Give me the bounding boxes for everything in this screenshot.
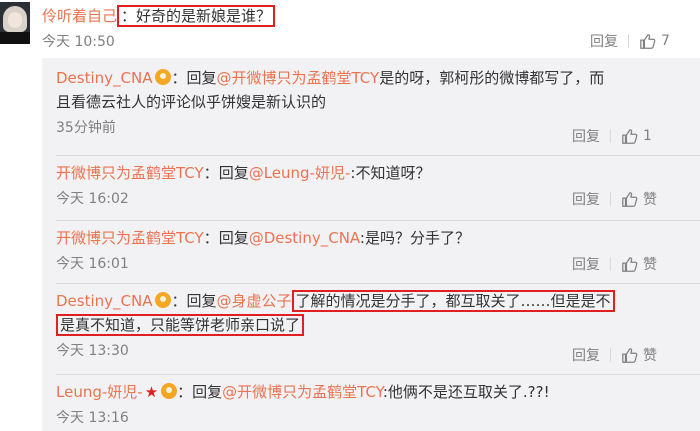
- main-comment-username[interactable]: 伶听着自己: [42, 7, 117, 25]
- reply-button[interactable]: 回复: [572, 126, 600, 146]
- reply-mention[interactable]: @开微博只为孟鹤堂TCY: [217, 69, 380, 87]
- reply-button-label: 回复: [572, 192, 600, 208]
- reply-text: Leung-妍児- ★ ：回复@开微博只为孟鹤堂TCY:他俩不是还互取关了.??!: [56, 380, 696, 404]
- reply-text-body: :他俩不是还互取关了.??!: [382, 383, 550, 401]
- reply-mention[interactable]: @开微博只为孟鹤堂TCY: [222, 383, 383, 401]
- reply-text: Destiny_CNA ：回复@身虚公子 了解的情况是分手了，都互取关了……但是是不…: [56, 289, 696, 337]
- reply-word: 回复: [186, 69, 217, 87]
- reply-text: Destiny_CNA ：回复@开微博只为孟鹤堂TCY是的呀，郭柯彤的微博都写了，…: [56, 66, 696, 114]
- thumbs-up-icon: [622, 257, 638, 272]
- like-label: 赞: [643, 348, 657, 364]
- highlight-box-line1: 了解的情况是分手了，都互取关了……但是是不: [291, 290, 615, 312]
- divider: [56, 374, 700, 375]
- avatar[interactable]: [0, 2, 30, 44]
- vip-badge-icon: [161, 383, 178, 399]
- reply-text-body: :不知道呀？: [350, 164, 431, 182]
- main-comment-text-highlight: ：好奇的是新娘是谁？: [117, 5, 276, 27]
- reply-text-line2: 是真不知道，只能等饼老师亲口说了: [60, 316, 301, 334]
- reply-colon: ：: [203, 229, 219, 247]
- reply-colon: ：: [171, 69, 187, 87]
- action-separator: [610, 129, 611, 143]
- like-count: 1: [643, 128, 652, 144]
- divider: [56, 155, 700, 156]
- vip-badge-icon: [155, 69, 172, 85]
- reply-text-line2: 且看德云社人的评论似乎饼嫂是新认识的: [56, 93, 327, 111]
- like-button[interactable]: 赞: [621, 345, 657, 365]
- main-comment-line: 伶听着自己 ：好奇的是新娘是谁？: [42, 5, 276, 27]
- main-comment-separator: ：: [121, 7, 137, 25]
- like-button[interactable]: 1: [621, 127, 652, 145]
- reply-mention[interactable]: @Leung-妍児-: [249, 164, 351, 182]
- reply-text: 开微博只为孟鹤堂TCY：回复@Leung-妍児-:不知道呀？: [56, 161, 696, 185]
- replies-panel: Destiny_CNA ：回复@开微博只为孟鹤堂TCY是的呀，郭柯彤的微博都写了，…: [42, 58, 700, 431]
- like-label: 赞: [643, 192, 657, 208]
- reply-actions: 回复 赞: [572, 189, 657, 209]
- action-separator: [610, 192, 611, 206]
- reply-mention[interactable]: @Destiny_CNA: [249, 229, 360, 247]
- reply-text-line1: 是的呀，郭柯彤的微博都写了，而: [379, 69, 605, 87]
- divider: [56, 283, 700, 284]
- reply-time: 今天 13:16: [56, 410, 129, 426]
- reply-username[interactable]: 开微博只为孟鹤堂TCY: [56, 164, 204, 182]
- reply-button[interactable]: 回复: [572, 345, 600, 365]
- reply-mention[interactable]: @身虚公子: [217, 292, 292, 310]
- like-count: 7: [661, 33, 670, 49]
- divider: [56, 220, 700, 221]
- main-comment-actions: 回复 7: [590, 31, 670, 51]
- like-label: 赞: [643, 257, 657, 273]
- reply-username[interactable]: Destiny_CNA: [56, 292, 152, 310]
- thumbs-up-icon: [622, 129, 638, 144]
- main-comment-time: 今天 10:50: [42, 34, 115, 50]
- like-button[interactable]: 7: [639, 32, 670, 50]
- reply-button[interactable]: 回复: [590, 31, 618, 51]
- avatar-shirt: [0, 32, 30, 44]
- reply-colon: ：: [203, 164, 219, 182]
- like-button[interactable]: 赞: [621, 189, 657, 209]
- reply-actions: 回复 赞: [572, 254, 657, 274]
- reply-word: 回复: [186, 292, 217, 310]
- reply-username[interactable]: Destiny_CNA: [56, 69, 152, 87]
- reply-word: 回复: [218, 229, 249, 247]
- thumbs-up-icon: [640, 34, 656, 49]
- reply-actions: 回复 赞: [572, 345, 657, 365]
- reply-button[interactable]: 回复: [572, 189, 600, 209]
- reply-username[interactable]: 开微博只为孟鹤堂TCY: [56, 229, 204, 247]
- action-separator: [610, 348, 611, 362]
- reply-button-label: 回复: [572, 129, 600, 145]
- avatar-face: [8, 12, 22, 28]
- reply-item: Leung-妍児- ★ ：回复@开微博只为孟鹤堂TCY:他俩不是还互取关了.??! …: [56, 380, 696, 428]
- reply-button-label: 回复: [590, 34, 618, 50]
- reply-button-label: 回复: [572, 257, 600, 273]
- reply-actions: 回复 1: [572, 126, 652, 146]
- reply-button-label: 回复: [572, 348, 600, 364]
- reply-word: 回复: [192, 383, 223, 401]
- action-separator: [628, 34, 629, 48]
- vip-badge-icon: [155, 292, 172, 308]
- reply-colon: ：: [177, 383, 193, 401]
- main-comment: 伶听着自己 ：好奇的是新娘是谁？ 今天 10:50 回复 7: [0, 0, 700, 56]
- star-icon: ★: [144, 383, 159, 401]
- reply-text: 开微博只为孟鹤堂TCY：回复@Destiny_CNA:是吗？分手了？: [56, 226, 696, 250]
- highlight-box-line2: 是真不知道，只能等饼老师亲口说了: [56, 314, 305, 336]
- reply-username[interactable]: Leung-妍児-: [56, 383, 143, 401]
- reply-text-body: :是吗？分手了？: [359, 229, 470, 247]
- reply-colon: ：: [171, 292, 187, 310]
- reply-button[interactable]: 回复: [572, 254, 600, 274]
- thumbs-up-icon: [622, 348, 638, 363]
- reply-text-line1: 了解的情况是分手了，都互取关了……但是是不: [295, 292, 611, 310]
- thumbs-up-icon: [622, 192, 638, 207]
- main-comment-text: 好奇的是新娘是谁？: [136, 7, 272, 25]
- reply-word: 回复: [218, 164, 249, 182]
- action-separator: [610, 257, 611, 271]
- like-button[interactable]: 赞: [621, 254, 657, 274]
